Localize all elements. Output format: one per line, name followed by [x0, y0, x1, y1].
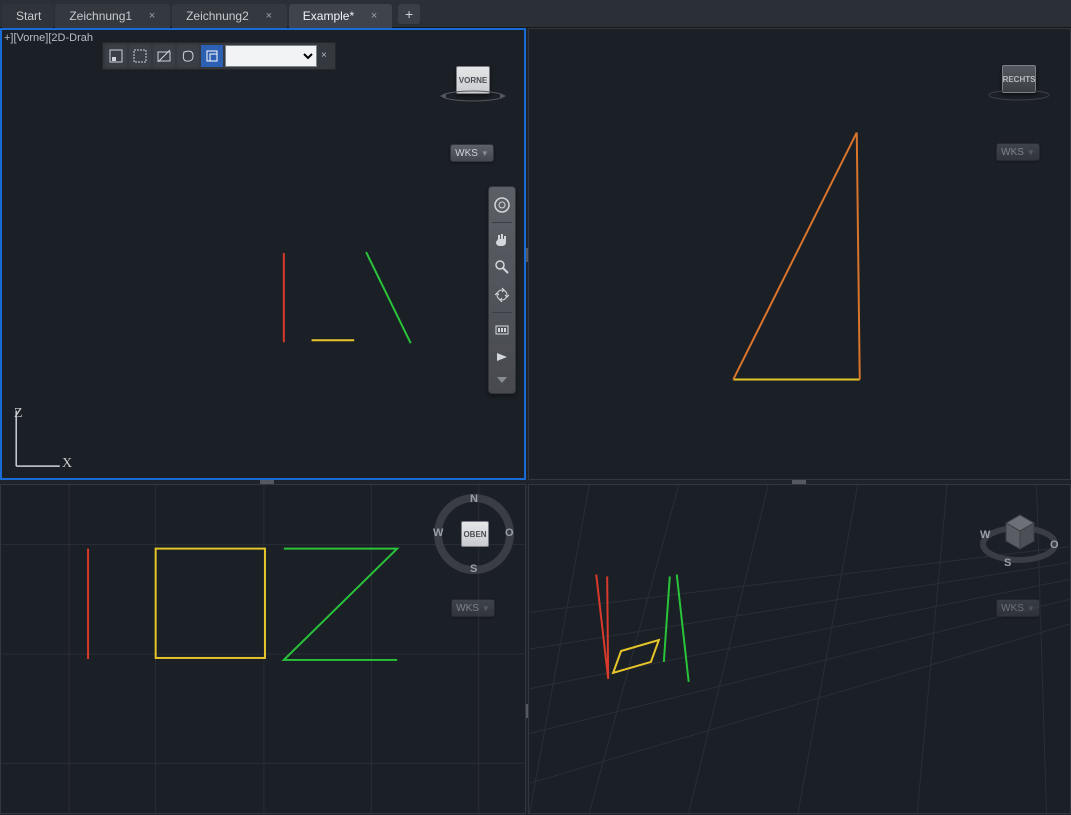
selection-set-icon[interactable] [105, 45, 127, 67]
compass-s: S [1004, 557, 1011, 569]
orbit-icon[interactable] [491, 283, 513, 307]
tab-close-icon[interactable]: × [263, 10, 275, 22]
tab-close-icon[interactable]: × [368, 10, 380, 22]
quick-select-toolbar: × [102, 42, 336, 70]
lasso-icon[interactable] [177, 45, 199, 67]
select-window-icon[interactable] [129, 45, 151, 67]
viewcube[interactable]: VORNE [434, 66, 512, 114]
showmotion-icon[interactable] [491, 318, 513, 342]
wks-button[interactable]: WKS ▼ [450, 144, 494, 162]
tab-label: Example* [303, 9, 354, 23]
viewport-corner-label[interactable]: +][Vorne][2D-Drah [4, 32, 93, 44]
tab-label: Zeichnung2 [186, 9, 249, 23]
tab-start[interactable]: Start [2, 4, 53, 28]
compass-s: S [470, 563, 477, 575]
tab-zeichnung2[interactable]: Zeichnung2 × [172, 4, 287, 28]
viewcube-ring-icon [984, 89, 1054, 103]
views-icon[interactable] [491, 345, 513, 369]
tab-label: Zeichnung1 [69, 9, 132, 23]
plus-icon: + [405, 7, 413, 21]
full-nav-wheel-icon[interactable] [491, 193, 513, 217]
viewport-front[interactable]: X Z +][Vorne][2D-Drah × VORNE WKS ▼ [0, 28, 526, 480]
wks-label: WKS [1001, 603, 1024, 614]
new-tab-button[interactable]: + [398, 4, 420, 24]
chevron-down-icon: ▼ [1027, 604, 1035, 613]
chevron-down-icon: ▼ [482, 604, 490, 613]
compass-w: W [980, 529, 990, 541]
navigation-bar [488, 186, 516, 394]
tab-label: Start [16, 9, 41, 23]
viewcube-compass[interactable]: W O S [974, 489, 1064, 579]
pan-icon[interactable] [491, 228, 513, 252]
wks-label: WKS [455, 148, 478, 159]
document-tab-bar: Start Zeichnung1 × Zeichnung2 × Example*… [0, 0, 1071, 28]
axis-x-label: X [62, 456, 72, 472]
viewcube-compass[interactable]: N S W O OBEN [429, 489, 519, 579]
viewcube-face[interactable]: OBEN [461, 521, 489, 547]
wks-label: WKS [456, 603, 479, 614]
wks-button[interactable]: WKS ▼ [996, 599, 1040, 617]
viewcube[interactable]: RECHTS [980, 65, 1058, 113]
compass-o: O [505, 527, 514, 539]
separator [492, 312, 512, 313]
quick-select-close-icon[interactable]: × [321, 50, 333, 62]
tab-zeichnung1[interactable]: Zeichnung1 × [55, 4, 170, 28]
viewport-area: X Z +][Vorne][2D-Drah × VORNE WKS ▼ [0, 28, 1071, 815]
wks-label: WKS [1001, 147, 1024, 158]
zoom-icon[interactable] [491, 255, 513, 279]
navbar-chevron-down-icon[interactable] [491, 373, 513, 387]
compass-w: W [433, 527, 443, 539]
tab-example[interactable]: Example* × [289, 4, 392, 28]
separator [492, 222, 512, 223]
select-crossing-icon[interactable] [153, 45, 175, 67]
compass-n: N [470, 493, 478, 505]
wks-button[interactable]: WKS ▼ [996, 143, 1040, 161]
select-similar-icon[interactable] [201, 45, 223, 67]
viewcube-ring-icon [438, 90, 508, 104]
viewport-iso[interactable]: W O S WKS ▼ [528, 484, 1071, 814]
tab-close-icon[interactable]: × [146, 10, 158, 22]
quick-select-dropdown[interactable] [225, 45, 317, 67]
chevron-down-icon: ▼ [481, 149, 489, 158]
viewport-top[interactable]: N S W O OBEN WKS ▼ [0, 484, 526, 814]
wks-button[interactable]: WKS ▼ [451, 599, 495, 617]
compass-o: O [1050, 539, 1059, 551]
viewport-right[interactable]: RECHTS WKS ▼ [528, 28, 1071, 480]
axis-z-label: Z [14, 406, 23, 422]
chevron-down-icon: ▼ [1027, 148, 1035, 157]
